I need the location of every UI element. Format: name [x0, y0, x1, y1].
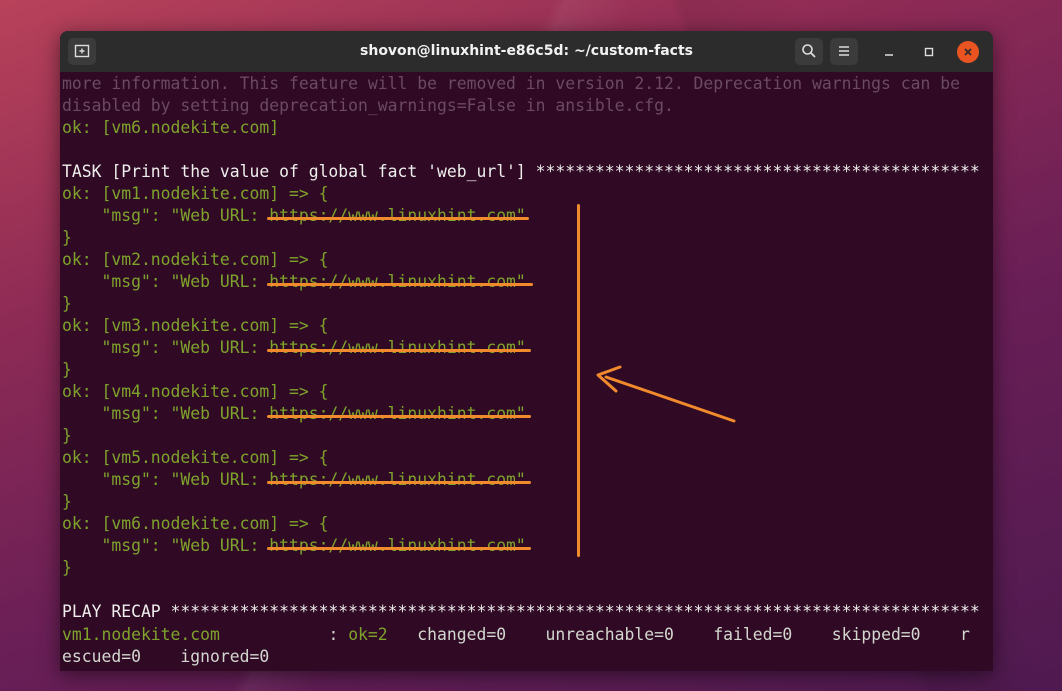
search-button[interactable]: [795, 38, 823, 65]
terminal-line: ok: [vm5.nodekite.com] => {: [62, 448, 329, 467]
terminal-line: }: [62, 228, 72, 247]
terminal-line: disabled by setting deprecation_warnings…: [62, 96, 674, 115]
url-underline-3: [267, 349, 531, 352]
terminal-line: }: [62, 426, 72, 445]
terminal-line: ok: [vm6.nodekite.com] => {: [62, 514, 329, 533]
terminal-line: PLAY RECAP *****************************…: [62, 602, 980, 621]
terminal-line: more information. This feature will be r…: [62, 74, 960, 93]
url-underline-4: [267, 415, 531, 418]
terminal-output[interactable]: more information. This feature will be r…: [60, 72, 993, 671]
minimize-button[interactable]: [878, 41, 900, 63]
maximize-button[interactable]: [918, 41, 940, 63]
terminal-line: }: [62, 360, 72, 379]
terminal-line: }: [62, 294, 72, 313]
terminal-line: TASK [Print the value of global fact 'we…: [62, 162, 980, 181]
annotation-bracket: [577, 204, 580, 557]
search-icon: [802, 44, 816, 58]
recap-counts: changed=0 unreachable=0 failed=0 skipped…: [387, 625, 970, 644]
terminal-line: "msg": "Web URL: https://www.linuxhint.c…: [62, 338, 526, 357]
url-underline-5: [267, 481, 531, 484]
menu-button[interactable]: [830, 38, 858, 65]
title-bar: shovon@linuxhint-e86c5d: ~/custom-facts: [60, 31, 993, 72]
terminal-line: "msg": "Web URL: https://www.linuxhint.c…: [62, 536, 526, 555]
terminal-line: "msg": "Web URL: https://www.linuxhint.c…: [62, 272, 526, 291]
url-underline-1: [267, 217, 529, 220]
recap-ok: ok=2: [348, 625, 388, 644]
close-button[interactable]: [957, 41, 979, 63]
recap-wrap-line: escued=0 ignored=0: [62, 647, 270, 666]
terminal-line: }: [62, 492, 72, 511]
recap-host: vm1.nodekite.com: [62, 625, 220, 644]
terminal-line: ok: [vm2.nodekite.com] => {: [62, 250, 329, 269]
terminal-line: }: [62, 558, 72, 577]
terminal-line: ok: [vm3.nodekite.com] => {: [62, 316, 329, 335]
terminal-line: "msg": "Web URL: https://www.linuxhint.c…: [62, 404, 526, 423]
minimize-icon: [885, 54, 893, 56]
terminal-line: "msg": "Web URL: https://www.linuxhint.c…: [62, 206, 526, 225]
terminal-window: shovon@linuxhint-e86c5d: ~/custom-facts: [60, 31, 993, 671]
recap-host-line: vm1.nodekite.com : ok=2 changed=0 unreac…: [62, 625, 970, 644]
maximize-icon: [924, 47, 934, 57]
terminal-line: ok: [vm6.nodekite.com]: [62, 118, 280, 137]
url-underline-6: [267, 547, 531, 550]
hamburger-menu-icon: [839, 46, 849, 56]
close-icon: [964, 48, 972, 56]
annotation-arrow-icon: [596, 365, 736, 423]
url-underline-2: [267, 283, 533, 286]
terminal-line: "msg": "Web URL: https://www.linuxhint.c…: [62, 470, 526, 489]
terminal-line: ok: [vm1.nodekite.com] => {: [62, 184, 329, 203]
terminal-line: ok: [vm4.nodekite.com] => {: [62, 382, 329, 401]
